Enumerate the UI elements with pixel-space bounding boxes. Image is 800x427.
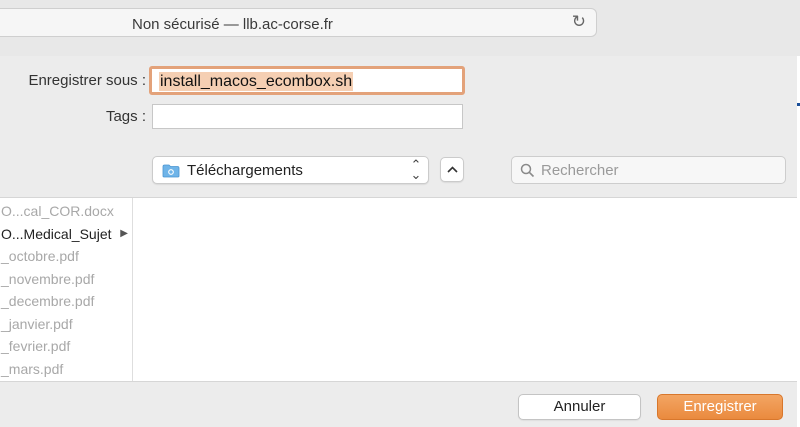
location-popup[interactable]: Téléchargements ⌃ ⌄ — [152, 156, 429, 184]
search-field[interactable]: Rechercher — [511, 156, 786, 184]
file-name: _mars.pdf — [1, 360, 64, 377]
search-placeholder: Rechercher — [541, 162, 619, 179]
folder-icon — [162, 164, 180, 178]
file-name: _octobre.pdf — [1, 248, 79, 264]
url-text: Non sécurisé — llb.ac-corse.fr — [132, 16, 333, 33]
list-item[interactable]: O...cal_COR.docx — [0, 200, 132, 223]
file-name: _fevrier.pdf — [1, 338, 71, 354]
list-item[interactable]: _mars.pdf — [0, 358, 132, 381]
save-as-label: Enregistrer sous : — [28, 72, 146, 89]
reload-icon[interactable]: ↻ — [572, 12, 586, 32]
file-list: O...cal_COR.docx O...Medical_Sujet ▶ _oct… — [0, 200, 132, 380]
file-browser: O...cal_COR.docx O...Medical_Sujet ▶ _oct… — [0, 197, 797, 382]
search-icon — [520, 163, 535, 178]
file-name: _janvier.pdf — [1, 315, 73, 332]
tags-label: Tags : — [105, 108, 146, 125]
browser-toolbar: Non sécurisé — llb.ac-corse.fr ↻ — [0, 0, 800, 56]
filename-value[interactable]: install_macos_ecombox.sh — [159, 72, 354, 91]
cancel-button[interactable]: Annuler — [518, 394, 641, 420]
tags-field[interactable] — [152, 104, 463, 129]
list-item[interactable]: _janvier.pdf — [0, 313, 132, 336]
list-item[interactable]: _fevrier.pdf — [0, 335, 132, 358]
file-name: _decembre.pdf — [1, 293, 95, 309]
folder-name: O...Medical_Sujet — [1, 225, 112, 242]
list-item[interactable]: _decembre.pdf — [0, 290, 132, 313]
chevron-updown-icon: ⌃ ⌄ — [410, 157, 422, 182]
location-label: Téléchargements — [187, 162, 303, 179]
collapse-button[interactable] — [440, 157, 464, 182]
chevron-up-icon — [447, 166, 458, 173]
save-button[interactable]: Enregistrer — [657, 394, 783, 420]
address-bar[interactable]: Non sécurisé — llb.ac-corse.fr ↻ — [0, 8, 597, 37]
column-divider[interactable] — [132, 198, 133, 381]
list-item[interactable]: O...Medical_Sujet ▶ — [0, 223, 132, 246]
filename-field[interactable]: install_macos_ecombox.sh — [149, 66, 465, 95]
file-name: O...cal_COR.docx — [1, 203, 114, 219]
disclosure-arrow-icon: ▶ — [120, 227, 128, 239]
list-item[interactable]: _octobre.pdf — [0, 245, 132, 268]
list-item[interactable]: _novembre.pdf — [0, 268, 132, 291]
file-name: _novembre.pdf — [1, 270, 95, 287]
